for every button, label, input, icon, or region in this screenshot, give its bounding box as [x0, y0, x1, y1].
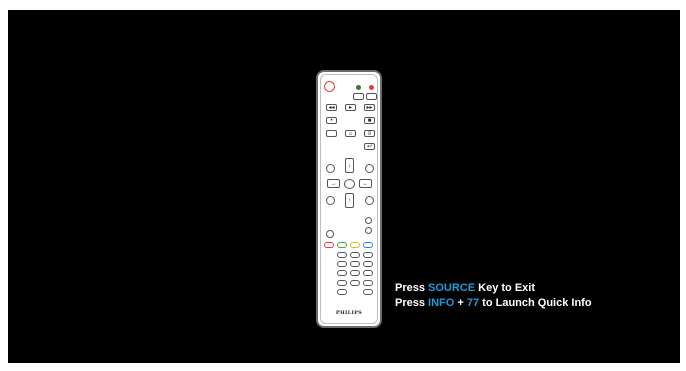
back-icon: ↩ [364, 143, 375, 150]
options-icon [365, 196, 374, 205]
remote-button [366, 93, 377, 100]
number-key [350, 252, 360, 258]
instruction-text: + [454, 297, 467, 309]
number-key-text: 77 [466, 297, 480, 309]
home-icon: ⌂ [345, 130, 356, 137]
number-key [350, 261, 360, 267]
remote-button [353, 93, 364, 100]
info-icon [365, 164, 374, 173]
number-key [350, 280, 360, 286]
list-icon: ≡ [364, 130, 375, 137]
number-key [337, 289, 347, 295]
down-arrow-icon: ↑ [345, 193, 354, 208]
adjust-icon [326, 196, 335, 205]
green-dot-icon [356, 85, 361, 90]
play-icon: ▸ [345, 104, 356, 111]
instruction-line-2: Press INFO + 77 to Launch Quick Info [395, 296, 592, 311]
instruction-text: to Launch Quick Info [479, 297, 592, 309]
stop-icon: ■ [364, 117, 375, 124]
remote-control-image: ◂◂ ▸ ▸▸ • ■ ⌂ ≡ ↩ ↓ → ← ↑ PHILIPS [316, 70, 382, 328]
philips-logo: PHILIPS [335, 310, 363, 316]
remote-button [365, 227, 372, 234]
right-arrow-icon: ← [359, 179, 372, 188]
fast-forward-icon: ▸▸ [364, 104, 375, 111]
remote-button [365, 217, 372, 224]
ok-icon [344, 179, 355, 189]
blue-key-icon [363, 242, 373, 248]
source-key-text: SOURCE [428, 282, 476, 294]
red-dot-icon [369, 85, 374, 90]
instruction-text: Key to Exit [475, 282, 535, 294]
info-key-text: INFO [428, 297, 455, 309]
rewind-icon: ◂◂ [326, 104, 337, 111]
number-key [337, 261, 347, 267]
instruction-line-1: Press SOURCE Key to Exit [395, 281, 592, 296]
source-icon [326, 130, 337, 137]
number-key [363, 252, 373, 258]
number-key [363, 261, 373, 267]
up-arrow-icon: ↓ [345, 158, 354, 173]
instruction-text: Press [395, 297, 429, 309]
number-key [363, 289, 373, 295]
instruction-text: Press [395, 282, 429, 294]
menu-icon [326, 164, 335, 173]
number-key [337, 280, 347, 286]
number-key [363, 270, 373, 276]
number-key [337, 252, 347, 258]
red-key-icon [324, 242, 334, 248]
yellow-key-icon [350, 242, 360, 248]
left-arrow-icon: → [327, 179, 340, 188]
number-key [337, 270, 347, 276]
remote-button [326, 230, 334, 238]
number-key [350, 270, 360, 276]
power-icon [324, 81, 335, 92]
number-key [363, 280, 373, 286]
record-icon: • [326, 117, 337, 124]
green-key-icon [337, 242, 347, 248]
exit-instructions: Press SOURCE Key to Exit Press INFO + 77… [395, 281, 592, 311]
